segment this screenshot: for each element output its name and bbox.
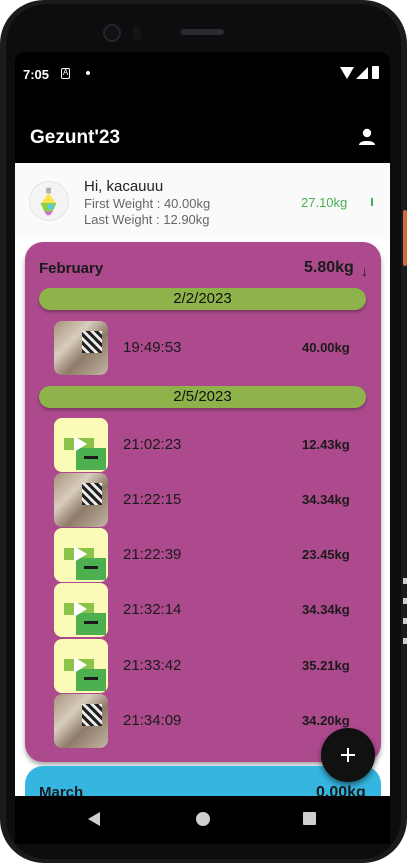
entry-weight: 12.43kg (302, 437, 350, 452)
last-weight-text: Last Weight : 12.90kg (84, 212, 210, 227)
month-total: 5.80kg (304, 259, 354, 276)
side-marker (403, 598, 407, 604)
app-bar: Gezunt'23 (15, 96, 390, 163)
side-marker (403, 578, 407, 584)
current-weight-text: 27.10kg (301, 195, 348, 210)
photo-thumbnail[interactable] (54, 321, 108, 375)
list-item[interactable]: 21:02:23 12.43kg (54, 418, 354, 472)
earpiece-speaker (180, 29, 224, 35)
month-total: 0.00kg (316, 784, 366, 796)
month-card-february[interactable]: February 5.80kg ↓ 2/2/2023 19:49:53 40.0… (25, 242, 381, 762)
battery-icon (372, 66, 379, 79)
entry-weight: 34.20kg (302, 713, 350, 728)
screen: 7:05 A Gezunt'23 Hi, kacauuu First Weigh… (15, 52, 390, 796)
entry-time: 19:49:53 (123, 339, 182, 356)
first-weight-text: First Weight : 40.00kg (84, 196, 211, 211)
entry-time: 21:33:42 (123, 657, 182, 674)
video-thumbnail[interactable] (54, 528, 108, 582)
side-marker (403, 618, 407, 624)
back-icon[interactable] (88, 812, 100, 826)
app-title: Gezunt'23 (30, 127, 121, 148)
system-nav-bar (15, 796, 390, 844)
entry-weight: 40.00kg (302, 340, 350, 355)
sensor (133, 26, 141, 40)
avatar (29, 181, 69, 221)
photo-thumbnail[interactable] (54, 473, 108, 527)
list-item[interactable]: 21:33:42 35.21kg (54, 639, 354, 693)
side-marker (403, 638, 407, 644)
arrow-down-icon: ↓ (361, 263, 368, 279)
date-header: 2/5/2023 (39, 386, 366, 408)
notification-icon: A (61, 68, 70, 79)
list-item[interactable]: 21:22:39 23.45kg (54, 528, 354, 582)
entry-time: 21:32:14 (123, 601, 182, 618)
month-name: February (39, 260, 104, 277)
month-name: March (39, 784, 84, 796)
list-item[interactable]: 21:32:14 34.34kg (54, 583, 354, 637)
entry-weight: 34.34kg (302, 492, 350, 507)
photo-thumbnail[interactable] (54, 694, 108, 748)
person-icon[interactable] (357, 127, 377, 147)
signal-icon (356, 67, 368, 79)
entry-time: 21:22:15 (123, 491, 182, 508)
home-icon[interactable] (196, 812, 210, 826)
status-bar: 7:05 A (15, 52, 390, 96)
user-summary-card: Hi, kacauuu First Weight : 40.00kg Last … (15, 163, 390, 239)
play-icon (74, 657, 87, 673)
play-icon (74, 546, 87, 562)
entry-time: 21:02:23 (123, 436, 182, 453)
main-content[interactable]: Hi, kacauuu First Weight : 40.00kg Last … (15, 163, 390, 796)
list-item[interactable]: 21:22:15 34.34kg (54, 473, 354, 527)
recents-icon[interactable] (303, 812, 316, 825)
power-button (403, 210, 407, 266)
status-time: 7:05 (23, 67, 50, 82)
add-entry-button[interactable] (321, 728, 375, 782)
plus-icon (347, 748, 349, 762)
video-thumbnail[interactable] (54, 583, 108, 637)
date-header: 2/2/2023 (39, 288, 366, 310)
entry-weight: 34.34kg (302, 602, 350, 617)
front-camera (103, 24, 121, 42)
entry-weight: 35.21kg (302, 658, 350, 673)
entry-time: 21:34:09 (123, 712, 182, 729)
notification-dot-icon (86, 71, 90, 75)
play-icon (74, 436, 87, 452)
entry-weight: 23.45kg (302, 547, 350, 562)
video-thumbnail[interactable] (54, 418, 108, 472)
list-item[interactable]: 21:34:09 34.20kg (54, 694, 354, 748)
entry-time: 21:22:39 (123, 546, 182, 563)
play-icon (74, 601, 87, 617)
greeting-text: Hi, kacauuu (84, 178, 164, 195)
video-thumbnail[interactable] (54, 639, 108, 693)
lightbulb-icon (40, 187, 57, 216)
trend-up-icon (371, 198, 373, 206)
list-item[interactable]: 19:49:53 40.00kg (54, 321, 354, 375)
wifi-icon (340, 67, 354, 79)
